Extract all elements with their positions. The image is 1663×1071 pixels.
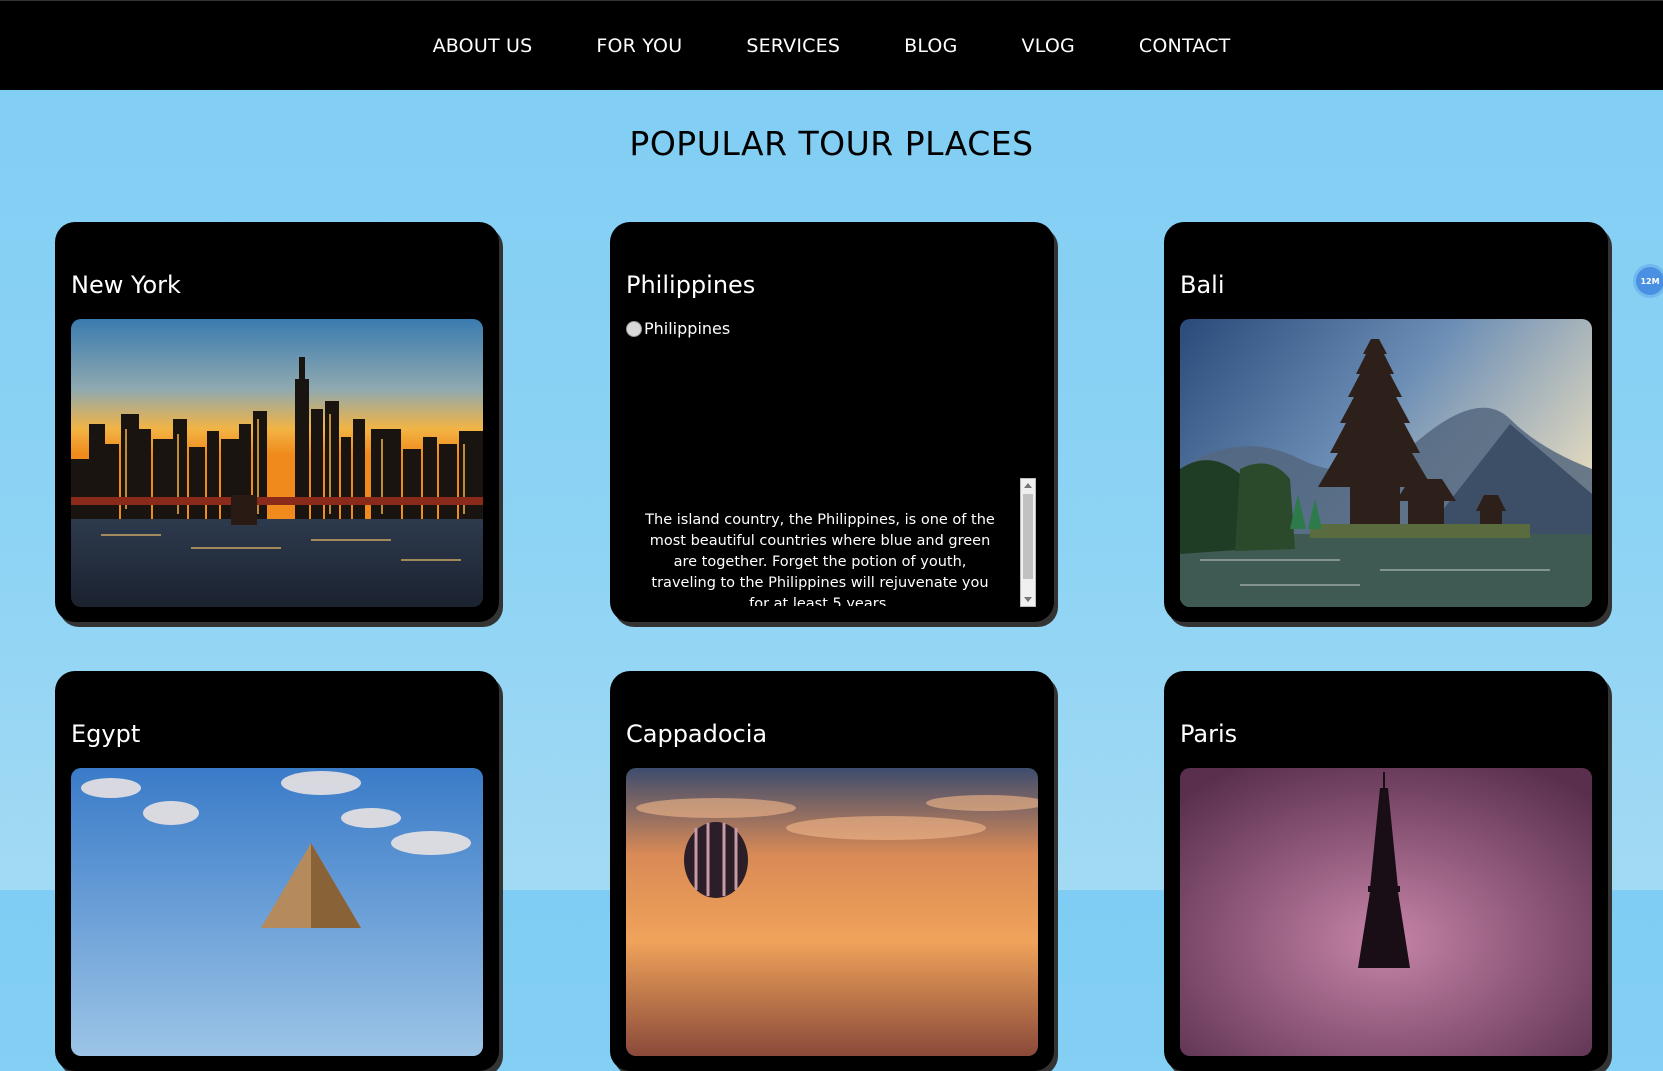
- bali-image: [1180, 319, 1592, 607]
- nav-about-us[interactable]: ABOUT US: [433, 35, 533, 57]
- cappadocia-image: [626, 768, 1038, 1056]
- floating-badge[interactable]: 12M: [1636, 267, 1663, 295]
- tour-card-cappadocia[interactable]: Cappadocia: [610, 671, 1054, 1071]
- broken-image-icon: [626, 320, 642, 337]
- tour-card-paris[interactable]: Paris: [1164, 671, 1608, 1071]
- tour-card-bali[interactable]: Bali: [1164, 222, 1608, 622]
- egypt-image: [71, 768, 483, 1056]
- description-scrollbar[interactable]: [1020, 478, 1036, 607]
- card-title: Cappadocia: [626, 720, 768, 748]
- new-york-image: [71, 319, 483, 607]
- nav-blog[interactable]: BLOG: [904, 35, 957, 57]
- nav-for-you[interactable]: FOR YOU: [596, 35, 682, 57]
- nav-vlog[interactable]: VLOG: [1022, 35, 1075, 57]
- paris-image: [1180, 768, 1592, 1056]
- tour-card-egypt[interactable]: Egypt: [55, 671, 499, 1071]
- card-description: The island country, the Philippines, is …: [645, 512, 995, 606]
- nav-contact[interactable]: CONTACT: [1139, 35, 1231, 57]
- scroll-up-icon[interactable]: [1024, 483, 1032, 488]
- card-title: Bali: [1180, 271, 1225, 299]
- scroll-thumb[interactable]: [1023, 494, 1033, 579]
- card-title: Philippines: [626, 271, 756, 299]
- card-title: Egypt: [71, 720, 141, 748]
- nav-links: ABOUT US FOR YOU SERVICES BLOG VLOG CONT…: [0, 1, 1663, 91]
- nav-services[interactable]: SERVICES: [746, 35, 840, 57]
- page-title: POPULAR TOUR PLACES: [629, 124, 1034, 163]
- tour-card-new-york[interactable]: New York: [55, 222, 499, 622]
- top-navbar: ABOUT US FOR YOU SERVICES BLOG VLOG CONT…: [0, 0, 1663, 90]
- scroll-down-icon[interactable]: [1024, 597, 1032, 602]
- description-scroll-area[interactable]: The island country, the Philippines, is …: [640, 480, 1012, 606]
- card-title: New York: [71, 271, 181, 299]
- philippines-image-broken: Philippines: [626, 319, 730, 338]
- card-title: Paris: [1180, 720, 1238, 748]
- tour-card-philippines[interactable]: Philippines Philippines The island count…: [610, 222, 1054, 622]
- image-alt-text: Philippines: [644, 319, 731, 338]
